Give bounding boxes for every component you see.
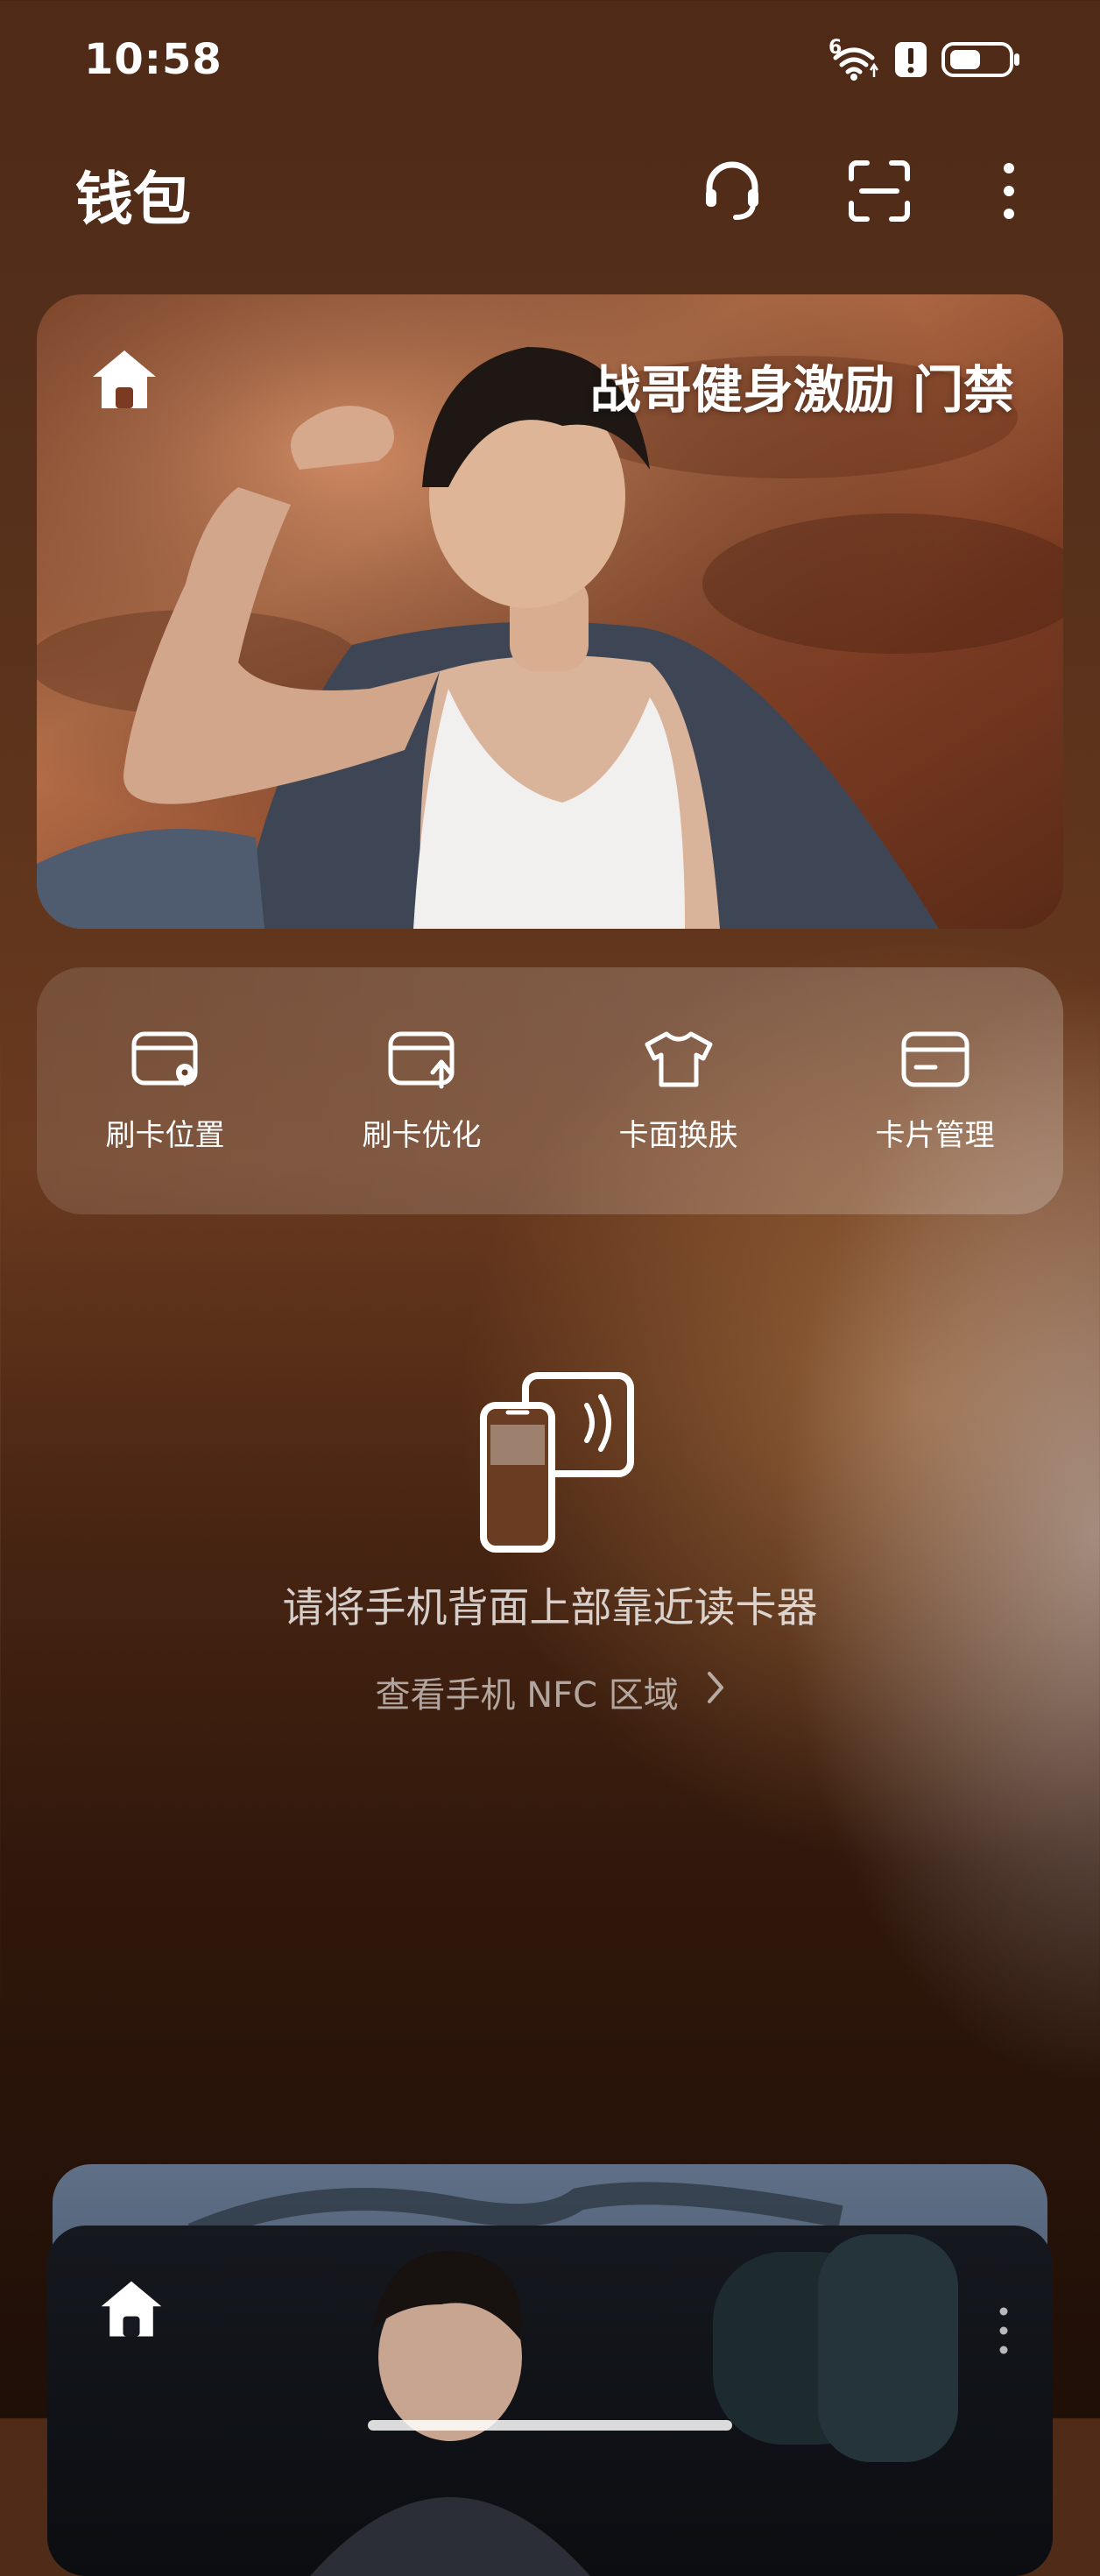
shirt-icon: [644, 1029, 714, 1093]
action-card-manage[interactable]: 卡片管理: [807, 1029, 1063, 1154]
card-title: 战哥健身激励 门禁: [589, 360, 1014, 420]
action-label: 刷卡位置: [105, 1118, 225, 1153]
home-indicator[interactable]: [368, 2420, 732, 2431]
stacked-card-front[interactable]: [47, 2226, 1053, 2576]
scan-icon: [846, 158, 913, 228]
nfc-prompt: 请将手机背面上部靠近读卡器: [282, 1584, 818, 1632]
card-icon: [900, 1029, 970, 1093]
action-card-location[interactable]: 刷卡位置: [37, 1029, 293, 1154]
scan-button[interactable]: [843, 156, 916, 230]
action-label: 卡片管理: [875, 1118, 995, 1153]
status-bar: 10:58 6: [0, 0, 1100, 123]
customer-service-button[interactable]: [695, 156, 769, 230]
alert-icon: [893, 39, 928, 84]
chevron-right-icon: [706, 1670, 725, 1714]
more-options-button[interactable]: [972, 156, 1046, 230]
nfc-reader-illustration: [473, 1370, 639, 1558]
action-label: 刷卡优化: [362, 1118, 482, 1153]
action-label: 卡面换肤: [618, 1118, 738, 1153]
more-icon: [996, 158, 1022, 228]
action-card-optimize[interactable]: 刷卡优化: [293, 1029, 550, 1154]
view-nfc-area-link[interactable]: 查看手机 NFC 区域: [0, 1667, 1100, 1717]
nfc-link-label: 查看手机 NFC 区域: [375, 1675, 679, 1716]
battery-icon: [941, 39, 1021, 84]
action-card-skin[interactable]: 卡面换肤: [550, 1029, 807, 1154]
front-card-home-icon: [96, 2275, 166, 2348]
status-icons: 6: [827, 37, 1021, 84]
card-location-icon: [130, 1029, 201, 1093]
card-actions-panel: 刷卡位置 刷卡优化 卡面换肤 卡片管理: [37, 967, 1063, 1214]
wifi-icon: 6: [827, 37, 881, 82]
access-card[interactable]: 战哥健身激励 门禁: [37, 294, 1063, 929]
card-optimize-icon: [387, 1029, 457, 1093]
status-time: 10:58: [84, 35, 222, 84]
wifi-superscript: 6: [829, 37, 843, 59]
page-title: 钱包: [75, 166, 191, 233]
card-home-icon: [88, 343, 161, 421]
more-vertical-icon[interactable]: [995, 2304, 1012, 2360]
front-card-photo: [310, 2234, 958, 2576]
app-header: 钱包: [0, 131, 1100, 254]
headset-icon: [699, 158, 765, 228]
